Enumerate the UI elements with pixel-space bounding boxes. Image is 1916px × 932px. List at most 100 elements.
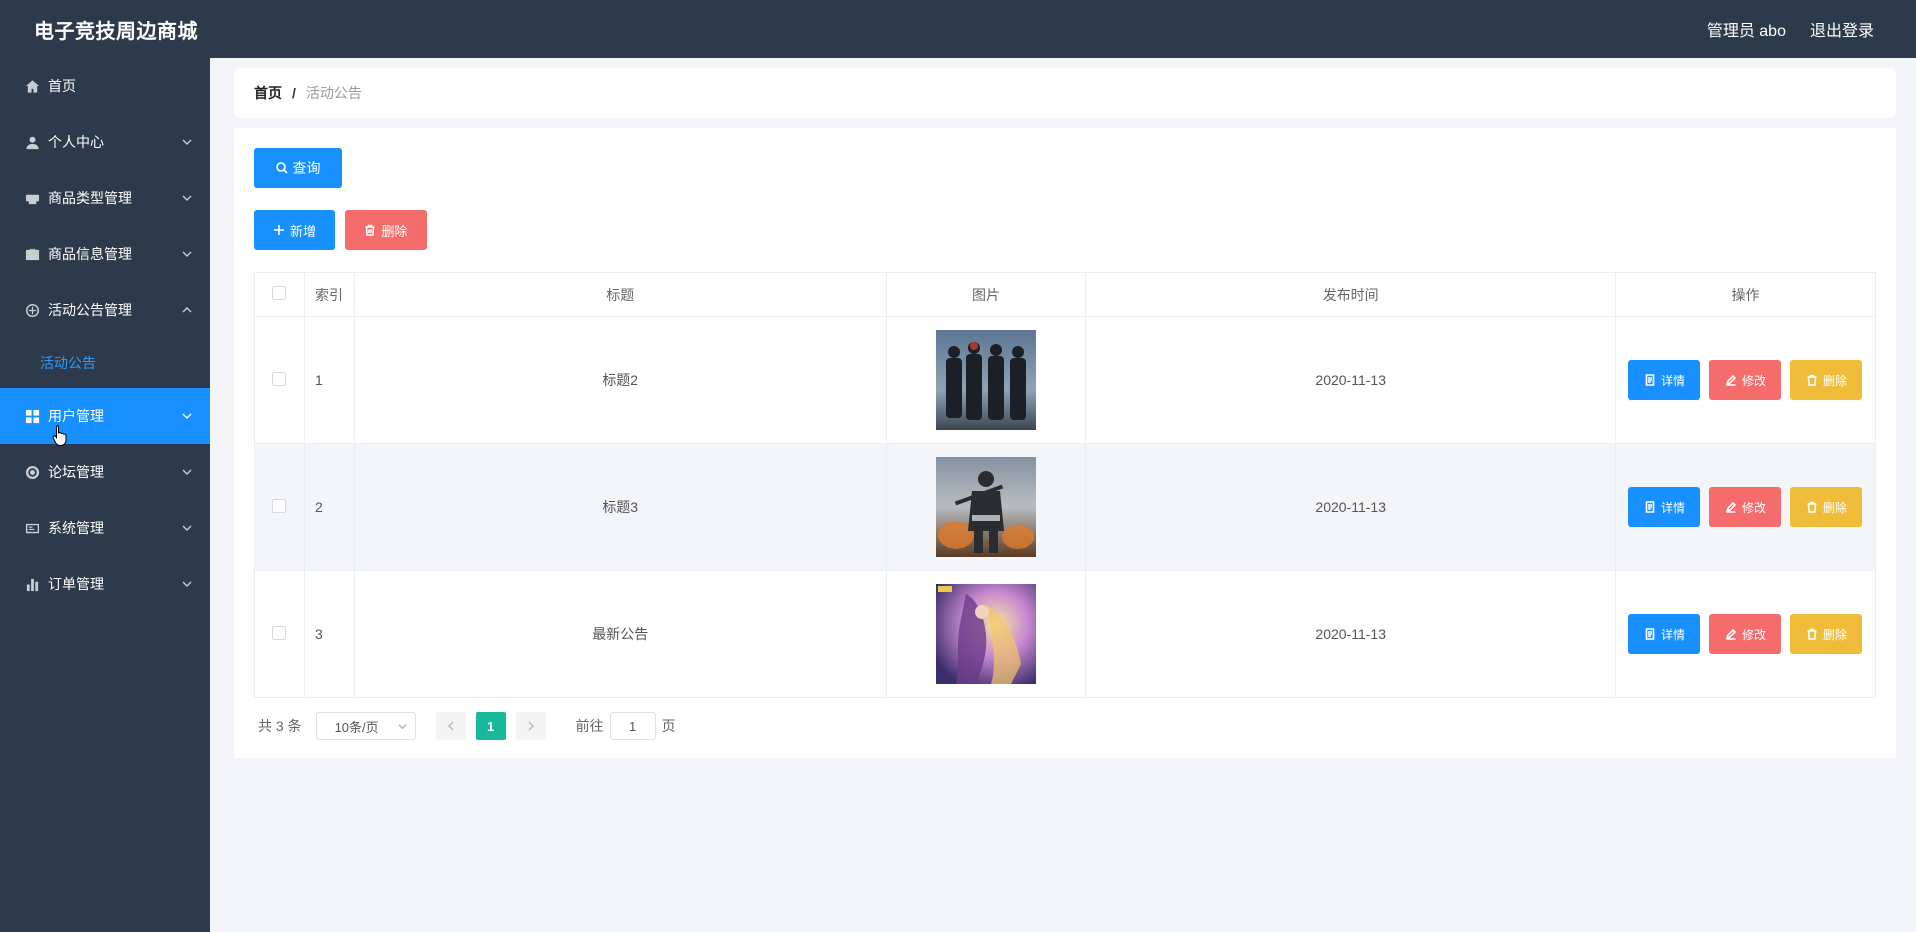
bulk-delete-button[interactable]: 删除	[345, 210, 427, 250]
page-number-current[interactable]: 1	[475, 712, 506, 740]
chevron-down-icon	[182, 411, 192, 421]
column-header-image: 图片	[885, 272, 1087, 317]
briefcase-icon	[24, 246, 40, 262]
detail-button-label: 详情	[1660, 373, 1685, 388]
detail-button[interactable]: 详情	[1628, 360, 1701, 400]
chevron-down-icon	[182, 523, 192, 533]
pagination: 共 3 条 10条/页 1 前往 页	[254, 712, 1876, 740]
row-actions-cell: 详情 修改 删除	[1614, 316, 1877, 444]
breadcrumb-separator: /	[292, 85, 296, 101]
next-page-button[interactable]	[515, 712, 546, 740]
trash-icon	[365, 224, 375, 236]
sidebar-item-personal-center[interactable]: 个人中心	[0, 114, 210, 170]
edit-button[interactable]: 修改	[1709, 614, 1782, 654]
row-title: 标题3	[353, 443, 887, 571]
sidebar-item-label: 活动公告管理	[48, 302, 132, 318]
user-icon	[24, 134, 40, 150]
sidebar-item-label: 论坛管理	[48, 464, 104, 480]
plus-icon	[273, 225, 284, 235]
row-checkbox-cell	[254, 443, 305, 571]
edit-button[interactable]: 修改	[1709, 487, 1782, 527]
row-checkbox[interactable]	[272, 498, 287, 513]
pencil-icon	[1725, 628, 1737, 640]
top-bar: 电子竞技周边商城 管理员 abo 退出登录	[0, 0, 1916, 58]
row-actions-cell: 详情 修改 删除	[1614, 443, 1877, 571]
announcement-table: 索引 标题 图片 发布时间 操作 1 标题2 2020-11-13 详情 修改 …	[254, 272, 1877, 698]
row-index: 2	[303, 443, 355, 571]
detail-button-label: 详情	[1660, 500, 1685, 515]
team-silhouette-image	[935, 330, 1036, 430]
column-header-index: 索引	[303, 272, 355, 317]
trash-icon	[1807, 501, 1817, 513]
logout-link[interactable]: 退出登录	[1810, 17, 1874, 41]
page-size-value: 10条/页	[334, 719, 379, 735]
id-card-icon	[24, 520, 40, 536]
pubg-cover-image	[935, 457, 1036, 557]
sidebar-item-forum-manage[interactable]: 论坛管理	[0, 444, 210, 500]
goto-page-input[interactable]	[609, 712, 656, 740]
chevron-right-icon	[528, 721, 534, 731]
detail-button[interactable]: 详情	[1628, 614, 1701, 654]
sidebar: 首页 个人中心 商品类型管理 商品信息管理 活动公告管理 活动公告 用户管理 论…	[0, 58, 210, 932]
delete-button-label: 删除	[1822, 627, 1847, 642]
sidebar-item-product-info[interactable]: 商品信息管理	[0, 226, 210, 282]
sidebar-item-label: 商品类型管理	[48, 190, 132, 206]
select-all-checkbox[interactable]	[272, 286, 287, 300]
prev-page-button[interactable]	[435, 712, 466, 740]
sidebar-item-user-manage[interactable]: 用户管理	[0, 388, 210, 444]
row-image-cell	[885, 570, 1087, 698]
sidebar-item-system-manage[interactable]: 系统管理	[0, 500, 210, 556]
breadcrumb-current: 活动公告	[305, 85, 362, 101]
chevron-down-icon	[398, 723, 407, 729]
edit-button[interactable]: 修改	[1709, 360, 1782, 400]
delete-button[interactable]: 删除	[1790, 487, 1863, 527]
column-header-title: 标题	[353, 272, 887, 317]
trash-icon	[1807, 374, 1817, 386]
table-row: 1 标题2 2020-11-13 详情 修改 删除	[254, 316, 1877, 444]
sidebar-item-label: 商品信息管理	[48, 246, 132, 262]
query-button[interactable]: 查询	[254, 148, 342, 188]
row-title: 标题2	[353, 316, 887, 444]
sidebar-item-home[interactable]: 首页	[0, 58, 210, 114]
column-header-actions: 操作	[1614, 272, 1877, 317]
sidebar-item-label: 系统管理	[48, 520, 104, 536]
admin-user-label[interactable]: 管理员 abo	[1707, 17, 1786, 41]
row-publish-time: 2020-11-13	[1085, 316, 1616, 444]
delete-button[interactable]: 删除	[1790, 614, 1863, 654]
select-all-cell	[254, 272, 305, 317]
chevron-down-icon	[182, 193, 192, 203]
chevron-down-icon	[182, 137, 192, 147]
pencil-icon	[1725, 374, 1737, 386]
row-index: 1	[303, 316, 355, 444]
bulk-delete-label: 删除	[381, 223, 408, 239]
detail-button[interactable]: 详情	[1628, 487, 1701, 527]
row-checkbox[interactable]	[272, 625, 287, 640]
page-size-select[interactable]: 10条/页	[315, 712, 416, 740]
sidebar-subitem-announcement[interactable]: 活动公告	[0, 338, 210, 388]
sidebar-item-order-manage[interactable]: 订单管理	[0, 556, 210, 612]
sidebar-item-product-type[interactable]: 商品类型管理	[0, 170, 210, 226]
add-button[interactable]: 新增	[254, 210, 335, 250]
sidebar-item-announcement-manage[interactable]: 活动公告管理	[0, 282, 210, 338]
bar-chart-icon	[24, 576, 40, 592]
sidebar-item-label: 首页	[48, 78, 76, 94]
trash-icon	[1807, 628, 1817, 640]
sidebar-item-label: 订单管理	[48, 576, 104, 592]
printer-icon	[24, 190, 40, 206]
edit-button-label: 修改	[1741, 627, 1766, 642]
sidebar-item-label: 用户管理	[48, 408, 104, 424]
home-icon	[24, 78, 40, 94]
detail-button-label: 详情	[1660, 627, 1685, 642]
delete-button-label: 删除	[1822, 500, 1847, 515]
table-row: 2 标题3 2020-11-13 详情 修改 删除	[254, 443, 1877, 571]
delete-button[interactable]: 删除	[1790, 360, 1863, 400]
main-content: 首页 / 活动公告 查询 新增 删除 索引 标题 图片 发布时间 操作 1 标题…	[234, 68, 1896, 758]
row-image-cell	[885, 316, 1087, 444]
row-checkbox[interactable]	[272, 371, 287, 386]
grid-icon	[24, 408, 40, 424]
chevron-down-icon	[182, 249, 192, 259]
row-actions-cell: 详情 修改 删除	[1614, 570, 1877, 698]
column-header-publish-time: 发布时间	[1085, 272, 1616, 317]
query-button-label: 查询	[292, 160, 321, 176]
breadcrumb-home[interactable]: 首页	[254, 83, 282, 103]
